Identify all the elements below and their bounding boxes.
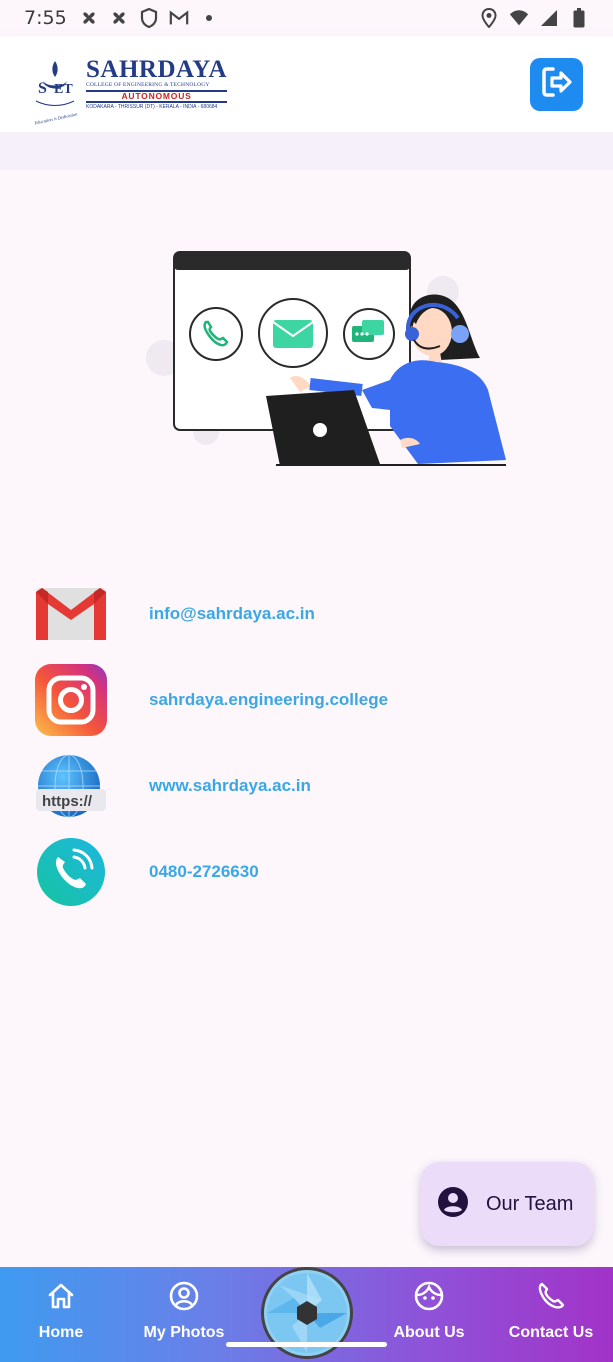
phone-number[interactable]: 0480-2726630 <box>149 862 259 882</box>
home-icon <box>46 1281 76 1316</box>
face-icon <box>414 1281 444 1316</box>
header-shadow-band <box>0 132 613 170</box>
gmail-icon <box>34 577 108 651</box>
account-circle-icon <box>169 1281 199 1316</box>
college-logo: S ET Education is Dedication SAHRDAYA CO… <box>30 56 228 125</box>
instagram-link[interactable]: sahrdaya.engineering.college <box>149 690 388 710</box>
svg-text:S: S <box>38 80 47 97</box>
logo-emblem-icon: S ET <box>30 57 80 112</box>
bottom-navigation: Home My Photos About Us Contact Us <box>0 1267 613 1362</box>
instagram-icon <box>34 663 108 737</box>
contact-email[interactable]: info@sahrdaya.ac.in <box>34 576 574 652</box>
shield-icon <box>139 8 159 28</box>
phone-icon <box>536 1281 566 1316</box>
nav-contact-us[interactable]: Contact Us <box>491 1281 611 1342</box>
wifi-icon <box>509 8 529 28</box>
logo-address: KODAKARA - THRISSUR (DT) - KERALA - INDI… <box>86 104 218 110</box>
our-team-label: Our Team <box>486 1192 574 1215</box>
logo-text-block: SAHRDAYA COLLEGE OF ENGINEERING & TECHNO… <box>86 56 228 110</box>
fan-icon <box>79 8 99 28</box>
status-notification-icons <box>79 8 219 28</box>
nav-home[interactable]: Home <box>1 1281 121 1342</box>
contact-phone[interactable]: 0480-2726630 <box>34 834 574 910</box>
status-time: 7:55 <box>24 7 67 29</box>
nav-my-photos[interactable]: My Photos <box>124 1281 244 1342</box>
app-bar: S ET Education is Dedication SAHRDAYA CO… <box>0 36 613 132</box>
support-illustration <box>140 240 520 480</box>
dot-icon <box>199 8 219 28</box>
battery-icon <box>569 8 589 28</box>
phone-icon <box>34 835 108 909</box>
contact-website[interactable]: https:// www.sahrdaya.ac.in <box>34 748 574 824</box>
nav-home-label: Home <box>38 1324 84 1341</box>
gmail-icon <box>169 8 189 28</box>
logo-subtitle: COLLEGE OF ENGINEERING & TECHNOLOGY <box>86 82 210 88</box>
logout-button[interactable] <box>530 57 583 111</box>
logo-motto: Education is Dedication <box>33 111 78 126</box>
nav-about-us[interactable]: About Us <box>369 1281 489 1342</box>
gesture-home-indicator[interactable] <box>226 1342 387 1347</box>
fan-icon <box>109 8 129 28</box>
signal-icon <box>539 8 559 28</box>
nav-about-us-label: About Us <box>393 1324 465 1341</box>
svg-text:ET: ET <box>54 82 73 97</box>
https-label: https:// <box>42 793 93 810</box>
logout-icon <box>539 64 575 105</box>
logo-badge: AUTONOMOUS <box>86 90 228 103</box>
person-icon <box>437 1186 469 1223</box>
email-link[interactable]: info@sahrdaya.ac.in <box>149 604 315 624</box>
our-team-button[interactable]: Our Team <box>421 1162 593 1246</box>
location-icon <box>479 8 499 28</box>
contact-instagram[interactable]: sahrdaya.engineering.college <box>34 662 574 738</box>
nav-my-photos-label: My Photos <box>143 1324 225 1341</box>
status-system-icons <box>479 8 589 28</box>
status-bar: 7:55 <box>0 0 613 36</box>
logo-title: SAHRDAYA <box>86 56 228 83</box>
nav-contact-us-label: Contact Us <box>508 1324 594 1341</box>
website-link[interactable]: www.sahrdaya.ac.in <box>149 776 311 796</box>
web-icon: https:// <box>34 749 108 823</box>
